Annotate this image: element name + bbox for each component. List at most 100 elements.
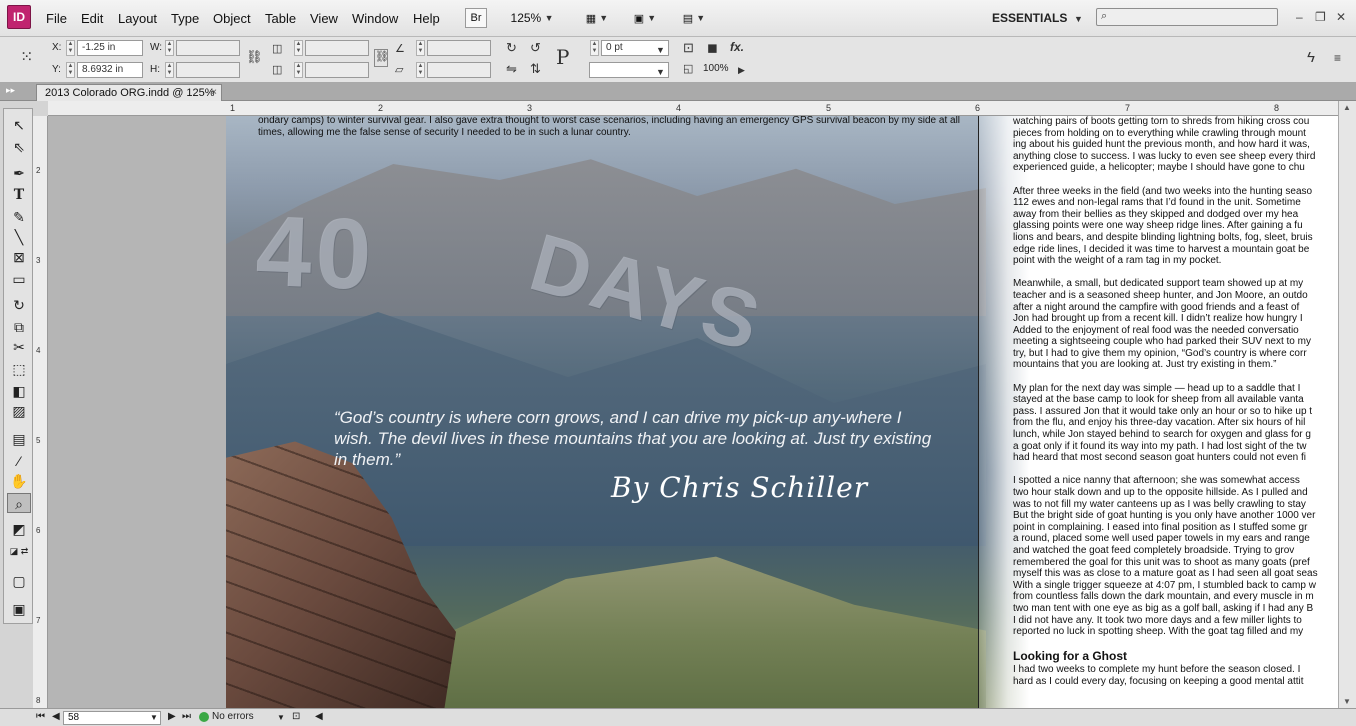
flip-vertical-icon[interactable]: ⇅ — [530, 61, 541, 77]
restore-icon[interactable]: ❐ — [1315, 10, 1326, 24]
vertical-scrollbar[interactable]: ▲ ▼ — [1338, 101, 1356, 708]
type-tool-icon[interactable]: T — [7, 185, 31, 205]
headline-40-days[interactable]: 40 DAYS — [254, 195, 896, 396]
first-page-icon[interactable]: ⏮ — [36, 711, 45, 722]
menu-window[interactable]: Window — [352, 11, 398, 26]
scale-x-field[interactable] — [305, 40, 369, 56]
free-transform-tool-icon[interactable]: ⬚ — [7, 359, 31, 379]
screen-mode-icon[interactable]: ▣ — [7, 599, 31, 619]
last-page-icon[interactable]: ⏭ — [182, 711, 191, 722]
constrain-scale-icon[interactable]: ⛓ — [374, 49, 389, 67]
bridge-button[interactable]: Br — [465, 8, 487, 28]
scale-x-spinner[interactable]: ▲ ▼ — [294, 40, 303, 56]
scale-y-spinner[interactable]: ▲ ▼ — [294, 62, 303, 78]
menu-layout[interactable]: Layout — [118, 11, 157, 26]
previous-page-icon[interactable]: ◀ — [52, 711, 60, 722]
scale-y-field[interactable] — [305, 62, 369, 78]
chevron-right-icon[interactable]: ▶ — [738, 65, 745, 76]
selection-tool-icon[interactable]: ↖ — [7, 115, 31, 135]
workspace-switcher[interactable]: ESSENTIALS ▼ — [992, 11, 1083, 25]
drop-shadow-icon[interactable]: ◼ — [707, 40, 718, 56]
effects-fx-icon[interactable]: fx. — [730, 40, 744, 54]
menu-help[interactable]: Help — [413, 11, 440, 26]
scroll-left-icon[interactable]: ◀ — [315, 711, 323, 722]
rotation-angle-field[interactable] — [427, 40, 491, 56]
preflight-status-text[interactable]: No errors — [212, 711, 254, 722]
page-number-field[interactable]: 58 — [63, 711, 161, 725]
menu-edit[interactable]: Edit — [81, 11, 103, 26]
shear-angle-field[interactable] — [427, 62, 491, 78]
scissors-tool-icon[interactable]: ✂ — [7, 337, 31, 357]
open-page-icon[interactable]: ⊡ — [292, 711, 300, 722]
menu-view[interactable]: View — [310, 11, 338, 26]
menu-type[interactable]: Type — [171, 11, 199, 26]
indesign-app-icon[interactable]: ID — [7, 5, 31, 29]
document-tab[interactable]: 2013 Colorado ORG.indd @ 125% × — [36, 84, 222, 101]
help-search-input[interactable]: ⌕ — [1096, 8, 1278, 26]
reference-point-icon[interactable]: ⁙ — [20, 47, 33, 67]
line-tool-icon[interactable]: ╲ — [7, 227, 31, 247]
swap-fill-stroke-icon[interactable]: ◪ ⇄ — [7, 541, 31, 561]
pull-quote[interactable]: “God’s country is where corn grows, and … — [334, 407, 944, 470]
rotate-ccw-icon[interactable]: ↺ — [530, 40, 541, 56]
next-page-icon[interactable]: ▶ — [168, 711, 176, 722]
chevron-down-icon[interactable]: ▼ — [277, 713, 285, 722]
scale-x-icon: ◫ — [272, 43, 283, 55]
rotate-angle-icon: ∠ — [395, 43, 405, 55]
menu-object[interactable]: Object — [213, 11, 251, 26]
chevron-down-icon[interactable]: ▼ — [150, 713, 158, 722]
collapse-panels-icon[interactable]: ▸▸ — [6, 85, 15, 96]
scroll-up-icon[interactable]: ▲ — [1343, 103, 1351, 112]
pasteboard[interactable]: ondary camps) to winter survival gear. I… — [48, 116, 1338, 708]
h-spinner[interactable]: ▲ ▼ — [165, 62, 174, 78]
mountain-photo-spread[interactable]: ondary camps) to winter survival gear. I… — [226, 116, 1338, 708]
zoom-tool-icon[interactable]: ⌕ — [7, 493, 31, 513]
view-options-dropdown[interactable]: ▦ ▼ — [577, 8, 617, 28]
stroke-weight-spinner[interactable]: ▲ ▼ — [590, 40, 599, 56]
rectangle-tool-icon[interactable]: ▭ — [7, 269, 31, 289]
hand-tool-icon[interactable]: ✋ — [7, 471, 31, 491]
note-tool-icon[interactable]: ▤ — [7, 429, 31, 449]
fill-stroke-swatch-icon[interactable]: ◩ — [7, 519, 31, 539]
x-position-field[interactable]: -1.25 in — [77, 40, 143, 56]
screen-mode-dropdown[interactable]: ▣ ▼ — [625, 8, 665, 28]
gradient-feather-tool-icon[interactable]: ▨ — [7, 401, 31, 421]
flip-horizontal-icon[interactable]: ⇋ — [506, 61, 517, 77]
constrain-proportions-icon[interactable]: ⛓ — [246, 49, 263, 65]
w-spinner[interactable]: ▲ ▼ — [165, 40, 174, 56]
menu-table[interactable]: Table — [265, 11, 296, 26]
zoom-level-dropdown[interactable]: 125% ▼ — [503, 8, 561, 28]
width-field[interactable] — [176, 40, 240, 56]
y-position-field[interactable]: 8.6932 in — [77, 62, 143, 78]
author-byline[interactable]: By Chris Schiller — [611, 471, 868, 504]
vertical-ruler[interactable]: 2 3 4 5 6 7 8 — [33, 116, 48, 708]
menu-file[interactable]: File — [46, 11, 67, 26]
opacity-field[interactable]: 100% — [703, 63, 729, 74]
lightning-icon[interactable]: ϟ — [1307, 49, 1315, 66]
direct-selection-tool-icon[interactable]: ⇖ — [7, 137, 31, 157]
height-field[interactable] — [176, 62, 240, 78]
y-spinner[interactable]: ▲ ▼ — [66, 62, 75, 78]
close-icon[interactable]: ✕ — [1336, 10, 1346, 24]
scale-tool-icon[interactable]: ⧉ — [7, 317, 31, 337]
pen-tool-icon[interactable]: ✒ — [7, 163, 31, 183]
rotate-spinner[interactable]: ▲ ▼ — [416, 40, 425, 56]
rotate-cw-icon[interactable]: ↻ — [506, 40, 517, 56]
eyedropper-tool-icon[interactable]: ⁄ — [7, 451, 31, 471]
shear-spinner[interactable]: ▲ ▼ — [416, 62, 425, 78]
gradient-swatch-tool-icon[interactable]: ◧ — [7, 381, 31, 401]
scroll-down-icon[interactable]: ▼ — [1343, 697, 1351, 706]
frame-fitting-icon[interactable]: ⊡ — [683, 40, 694, 56]
close-tab-icon[interactable]: × — [211, 85, 217, 101]
normal-view-mode-icon[interactable]: ▢ — [7, 571, 31, 591]
x-spinner[interactable]: ▲ ▼ — [66, 40, 75, 56]
minimize-icon[interactable]: – — [1296, 10, 1303, 24]
rotate-tool-icon[interactable]: ↻ — [7, 295, 31, 315]
arrange-documents-dropdown[interactable]: ▤ ▼ — [674, 8, 714, 28]
panel-menu-icon[interactable]: ≡ — [1334, 51, 1341, 65]
left-page-body-text[interactable]: ondary camps) to winter survival gear. I… — [258, 116, 978, 139]
horizontal-ruler[interactable]: 1 2 3 4 5 6 7 8 — [48, 101, 1338, 116]
pencil-tool-icon[interactable]: ✎ — [7, 207, 31, 227]
right-page-body-text[interactable]: watching pairs of boots getting torn to … — [1013, 116, 1338, 708]
rectangle-frame-tool-icon[interactable]: ⊠ — [7, 247, 31, 267]
